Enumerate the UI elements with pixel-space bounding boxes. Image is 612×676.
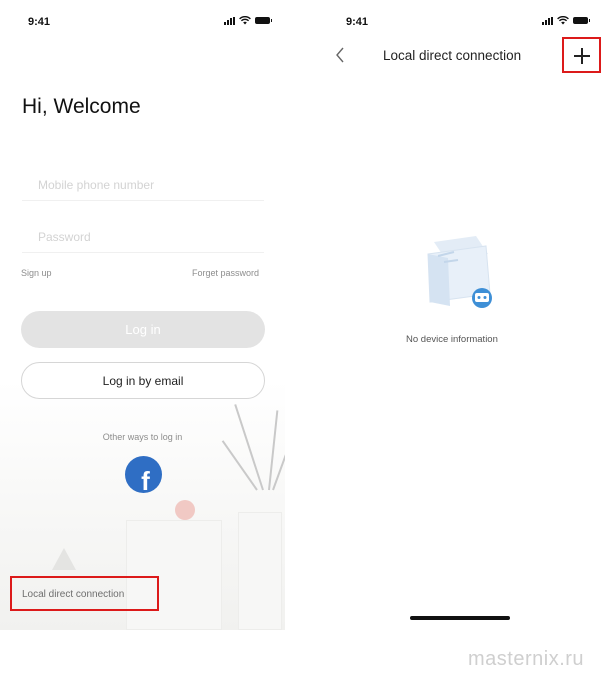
- other-login-methods-label: Other ways to log in: [102, 432, 183, 442]
- status-time: 9:41: [28, 16, 51, 28]
- facebook-icon[interactable]: f: [125, 456, 162, 493]
- decor-sail: [52, 548, 76, 570]
- home-indicator: [410, 616, 510, 620]
- status-bar: 9:41: [346, 14, 590, 30]
- signal-icon: [542, 16, 553, 25]
- login-screen: 9:41 Hi, Welcome Mobile phone number Pas…: [0, 0, 285, 630]
- welcome-heading: Hi, Welcome: [22, 95, 141, 118]
- battery-icon: [573, 17, 590, 24]
- password-input[interactable]: Password: [38, 230, 91, 244]
- status-time: 9:41: [346, 16, 369, 28]
- wifi-icon: [239, 16, 251, 25]
- forgot-password-link[interactable]: Forget password: [192, 268, 259, 278]
- status-bar: 9:41: [28, 14, 272, 30]
- sign-up-link[interactable]: Sign up: [21, 268, 52, 278]
- wifi-icon: [557, 16, 569, 25]
- login-button[interactable]: Log in: [21, 311, 265, 348]
- empty-state-illustration: [427, 236, 492, 308]
- decor-ball: [175, 500, 195, 520]
- phone-number-input[interactable]: Mobile phone number: [38, 178, 154, 192]
- login-by-email-button[interactable]: Log in by email: [21, 362, 265, 399]
- local-connection-screen: [320, 0, 612, 630]
- chevron-left-icon[interactable]: [335, 46, 345, 64]
- battery-icon: [255, 17, 272, 24]
- signal-icon: [224, 16, 235, 25]
- highlight-box-add-button: [562, 37, 601, 73]
- empty-state-message: No device information: [406, 334, 498, 345]
- decor-block: [126, 520, 222, 630]
- password-input-underline: [22, 252, 264, 253]
- decor-block: [238, 512, 282, 630]
- watermark: masternix.ru: [468, 648, 585, 670]
- phone-input-underline: [22, 200, 264, 201]
- page-title: Local direct connection: [383, 48, 522, 63]
- highlight-box-local-connection: [10, 576, 159, 611]
